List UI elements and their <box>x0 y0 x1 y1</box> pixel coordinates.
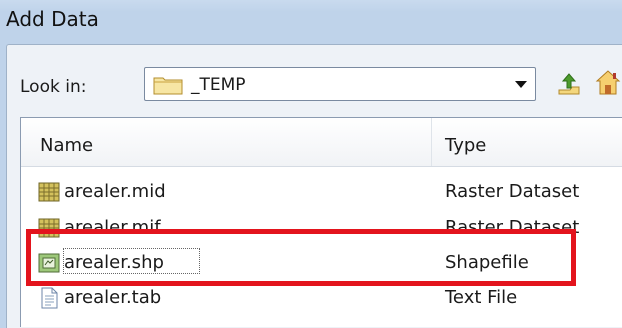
raster-icon <box>38 182 60 202</box>
look-in-label: Look in: <box>20 77 87 97</box>
file-type: Raster Dataset <box>445 181 580 202</box>
up-folder-icon[interactable] <box>555 70 583 98</box>
column-header-type[interactable]: Type <box>445 135 486 157</box>
file-row-arealer-mid[interactable]: arealer.mid Raster Dataset <box>21 174 622 210</box>
file-name: arealer.mid <box>64 181 166 202</box>
home-icon[interactable] <box>595 68 622 98</box>
text-file-icon <box>41 287 58 309</box>
chevron-down-icon[interactable] <box>515 81 527 88</box>
column-divider <box>431 118 432 166</box>
file-list-header <box>21 118 622 167</box>
file-type: Text File <box>445 287 518 308</box>
folder-icon <box>153 77 183 95</box>
look-in-dropdown[interactable]: _TEMP <box>144 67 536 101</box>
dialog-title: Add Data <box>6 7 99 31</box>
column-header-name[interactable]: Name <box>40 135 93 157</box>
file-name: arealer.tab <box>64 287 162 308</box>
look-in-selected-folder: _TEMP <box>191 75 246 95</box>
red-highlight-box <box>26 229 576 286</box>
